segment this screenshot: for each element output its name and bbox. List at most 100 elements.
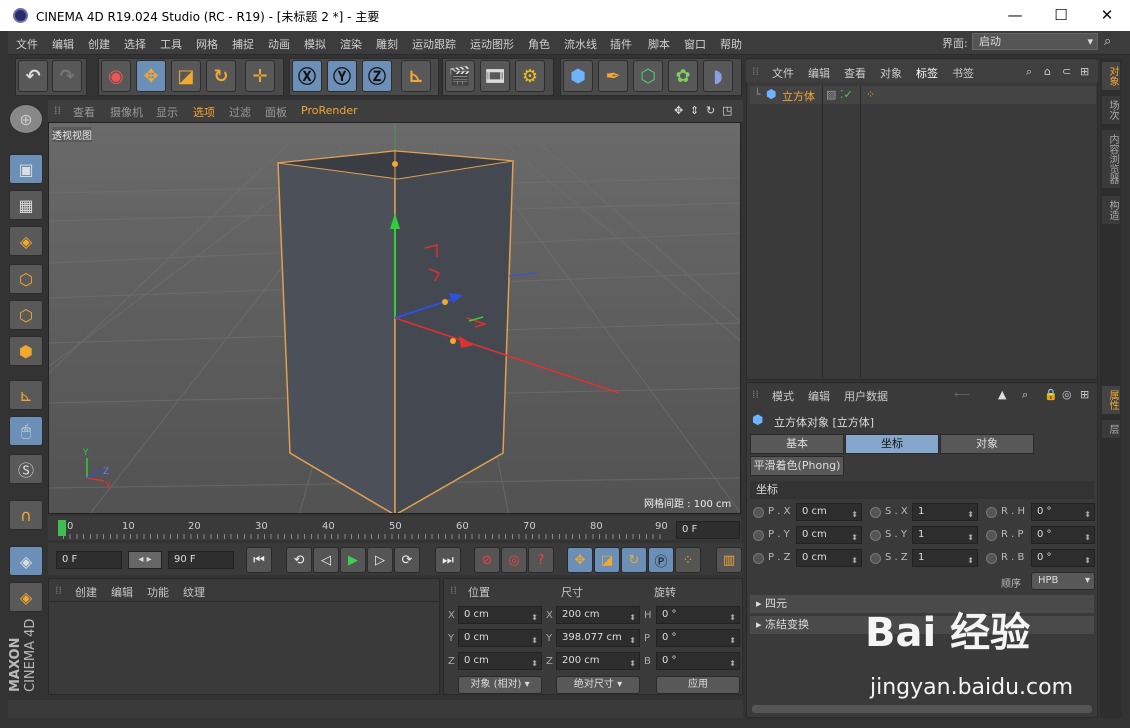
axis-mode-icon[interactable]: ⊾ <box>9 380 43 410</box>
menu-render[interactable]: 渲染 <box>340 36 362 52</box>
recent-tool-icon[interactable]: ✛ <box>245 60 275 92</box>
redo-icon[interactable]: ↷ <box>52 60 82 92</box>
om-new-window-icon[interactable]: ⊞ <box>1080 65 1089 78</box>
field-sy[interactable]: 1 ⬍ <box>912 526 978 544</box>
autokeying-icon[interactable]: ◎ <box>501 547 527 573</box>
om-home-icon[interactable]: ⌂ <box>1044 65 1051 78</box>
frame-range-slider[interactable]: ◂ ▸ <box>128 551 162 569</box>
material-menu-edit[interactable]: 编辑 <box>111 584 133 600</box>
previous-key-icon[interactable]: ⟲ <box>286 547 312 573</box>
field-px[interactable]: 0 cm ⬍ <box>796 503 862 521</box>
keyframe-selection-icon[interactable]: ? <box>528 547 554 573</box>
rotation-h-field[interactable]: 0 ° ⬍ <box>656 606 740 624</box>
om-menu-tags[interactable]: 标签 <box>916 65 938 81</box>
object-row-cube[interactable]: └ ⬢ 立方体 ▨ ⁚✓ ⁘ <box>750 86 1096 104</box>
menu-pipeline[interactable]: 流水线 <box>564 36 597 52</box>
workplane-mode-icon[interactable]: ◈ <box>9 226 43 256</box>
field-rp[interactable]: 0 ° ⬍ <box>1031 526 1095 544</box>
back-arrow-icon[interactable]: ⟵ <box>954 388 970 401</box>
menu-edit[interactable]: 编辑 <box>52 36 74 52</box>
tab-object[interactable]: 对象 <box>940 434 1034 454</box>
radio-rp[interactable] <box>986 530 997 541</box>
solo-mode-icon[interactable]: Ⓢ <box>9 454 43 484</box>
viewport-menu-view[interactable]: 查看 <box>73 104 95 120</box>
viewport-menu-panel[interactable]: 面板 <box>265 104 287 120</box>
target-icon[interactable]: ◎ <box>1062 388 1072 401</box>
previous-frame-icon[interactable]: ◁ <box>313 547 339 573</box>
field-pz[interactable]: 0 cm ⬍ <box>796 549 862 567</box>
right-tab-content-browser[interactable]: 内容浏览器 <box>1102 130 1120 188</box>
field-sz[interactable]: 1 ⬍ <box>912 549 978 567</box>
layout-select[interactable]: 启动 ▾ <box>972 33 1098 50</box>
field-rh[interactable]: 0 ° ⬍ <box>1031 503 1095 521</box>
minimize-button[interactable]: — <box>992 0 1038 31</box>
material-menu-function[interactable]: 功能 <box>147 584 169 600</box>
key-scale-icon[interactable]: ◪ <box>594 547 620 573</box>
apply-button[interactable]: 应用 <box>656 676 740 694</box>
om-menu-objects[interactable]: 对象 <box>880 65 902 81</box>
play-icon[interactable]: ▶ <box>340 547 366 573</box>
rotation-order-dropdown[interactable]: HPB ▾ <box>1031 572 1095 590</box>
am-menu-mode[interactable]: 模式 <box>772 388 794 404</box>
mograph-cloner-icon[interactable]: ✿ <box>668 60 698 92</box>
om-menu-file[interactable]: 文件 <box>772 65 794 81</box>
make-editable-icon[interactable]: ⊕ <box>9 104 43 134</box>
coordinate-system-icon[interactable]: ⊾ <box>401 60 431 92</box>
menu-animate[interactable]: 动画 <box>268 36 290 52</box>
key-point-level-icon[interactable]: ⁘ <box>675 547 701 573</box>
om-link-icon[interactable]: ⊂ <box>1062 65 1071 78</box>
radio-rh[interactable] <box>986 507 997 518</box>
viewport-menu-filter[interactable]: 过滤 <box>229 104 251 120</box>
menu-create[interactable]: 创建 <box>88 36 110 52</box>
end-frame-field[interactable]: 90 F <box>168 551 234 569</box>
radio-px[interactable] <box>753 507 764 518</box>
snap-magnet-icon[interactable]: ∩ <box>9 500 43 530</box>
radio-sx[interactable] <box>870 507 881 518</box>
right-tab-takes[interactable]: 场次 <box>1102 96 1120 124</box>
menu-file[interactable]: 文件 <box>16 36 38 52</box>
position-x-field[interactable]: 0 cm ⬍ <box>458 606 542 624</box>
viewport-menu-display[interactable]: 显示 <box>156 104 178 120</box>
menu-character[interactable]: 角色 <box>528 36 550 52</box>
move-tool-icon[interactable]: ✥ <box>136 60 166 92</box>
size-z-field[interactable]: 200 cm ⬍ <box>556 652 640 670</box>
undo-icon[interactable]: ↶ <box>18 60 48 92</box>
om-menu-edit[interactable]: 编辑 <box>808 65 830 81</box>
edges-mode-icon[interactable]: ⬡ <box>9 300 43 330</box>
maximize-button[interactable]: ☐ <box>1038 0 1084 31</box>
tab-phong[interactable]: 平滑着色(Phong) <box>750 456 844 476</box>
position-y-field[interactable]: 0 cm ⬍ <box>458 629 542 647</box>
go-to-end-icon[interactable]: ⏭ <box>435 547 461 573</box>
phong-tag-icon[interactable]: ⁘ <box>866 88 875 101</box>
visibility-check-icon[interactable]: ⁚✓ <box>840 88 853 101</box>
deformer-icon[interactable]: ◗ <box>703 60 733 92</box>
rotation-b-field[interactable]: 0 ° ⬍ <box>656 652 740 670</box>
rotation-p-field[interactable]: 0 ° ⬍ <box>656 629 740 647</box>
subdivision-surface-icon[interactable]: ⬡ <box>633 60 663 92</box>
radio-sz[interactable] <box>870 553 881 564</box>
menu-mograph[interactable]: 运动图形 <box>470 36 514 52</box>
x-axis-lock-icon[interactable]: Ⓧ <box>292 60 322 92</box>
cube-primitive-icon[interactable]: ⬢ <box>563 60 593 92</box>
viewport-menu-prorender[interactable]: ProRender <box>301 104 358 117</box>
live-select-icon[interactable]: ◉ <box>101 60 131 92</box>
menu-plugins[interactable]: 插件 <box>610 36 632 52</box>
size-mode-dropdown[interactable]: 绝对尺寸 ▾ <box>556 676 640 694</box>
menu-motion-tracker[interactable]: 运动跟踪 <box>412 36 456 52</box>
om-search-icon[interactable]: ⌕ <box>1026 65 1032 79</box>
am-menu-userdata[interactable]: 用户数据 <box>844 388 888 404</box>
menu-window[interactable]: 窗口 <box>684 36 706 52</box>
position-z-field[interactable]: 0 cm ⬍ <box>458 652 542 670</box>
close-button[interactable]: ✕ <box>1084 0 1130 31</box>
render-view-icon[interactable]: 🎬 <box>445 60 475 92</box>
size-x-field[interactable]: 200 cm ⬍ <box>556 606 640 624</box>
model-mode-icon[interactable]: ▣ <box>9 154 43 184</box>
start-frame-field[interactable]: 0 F <box>56 551 122 569</box>
radio-rb[interactable] <box>986 553 997 564</box>
horizontal-scrollbar[interactable] <box>752 705 1092 713</box>
size-y-field[interactable]: 398.077 cm ⬍ <box>556 629 640 647</box>
menu-simulate[interactable]: 模拟 <box>304 36 326 52</box>
menu-mesh[interactable]: 网格 <box>196 36 218 52</box>
viewport-maximize-icon[interactable]: ◳ <box>722 104 732 117</box>
field-py[interactable]: 0 cm ⬍ <box>796 526 862 544</box>
